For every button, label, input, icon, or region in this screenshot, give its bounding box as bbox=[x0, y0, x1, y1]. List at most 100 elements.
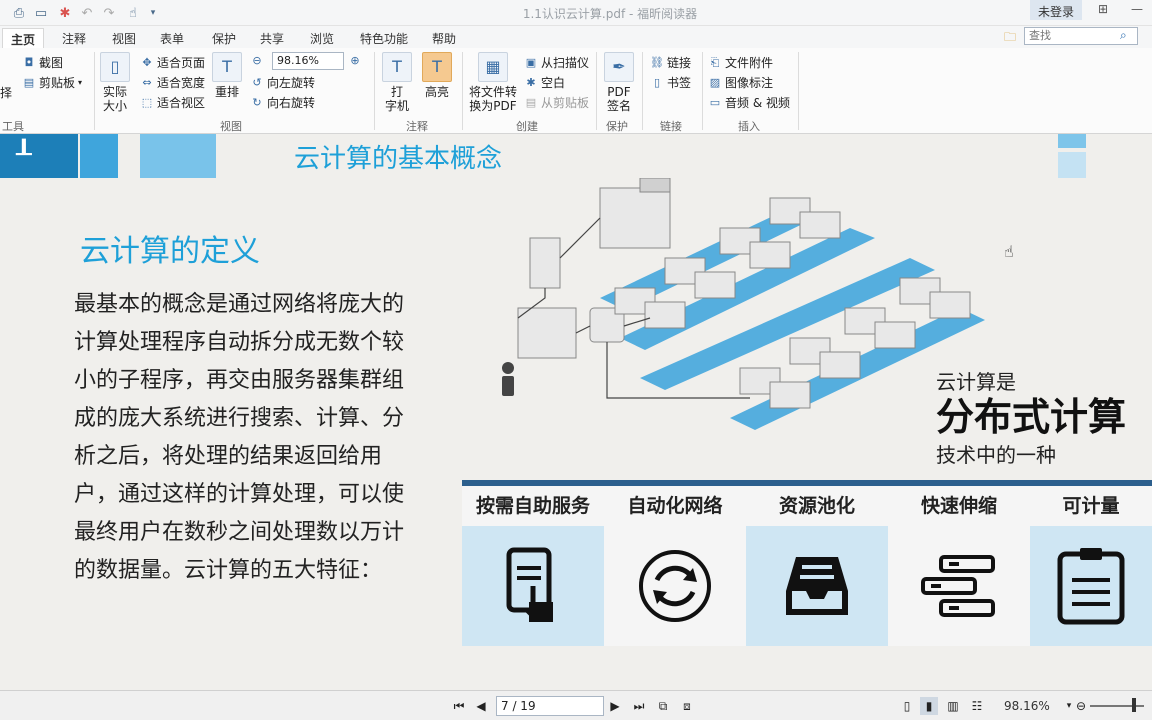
page-number-select[interactable]: 7 / 19 bbox=[496, 696, 604, 716]
highlight-button[interactable]: T 高亮 bbox=[420, 52, 454, 99]
file-attachment-button[interactable]: ⎗ 文件附件 bbox=[708, 54, 773, 71]
zoom-select[interactable]: 98.16% bbox=[272, 52, 344, 70]
save-icon[interactable]: ▭ bbox=[32, 4, 50, 22]
server-stack-icon bbox=[921, 555, 995, 617]
ribbon-options-icon[interactable]: ⊞ bbox=[1094, 2, 1112, 20]
zoom-out-icon[interactable]: ⊖ bbox=[1072, 697, 1090, 715]
separator bbox=[702, 52, 703, 130]
tab-protect[interactable]: 保护 bbox=[204, 28, 244, 48]
new-icon[interactable]: ✱ bbox=[56, 4, 74, 22]
tab-view[interactable]: 视图 bbox=[104, 28, 144, 48]
login-button[interactable]: 未登录 bbox=[1030, 0, 1083, 20]
reflow-icon: T bbox=[212, 52, 242, 82]
hand-tool-icon[interactable]: ☝ bbox=[124, 4, 142, 22]
feature-label: 可计量 bbox=[1030, 486, 1152, 526]
page-layout-icon[interactable]: ⧈ bbox=[678, 697, 696, 715]
feature-label: 自动化网络 bbox=[604, 486, 746, 526]
video-icon: ▭ bbox=[709, 95, 721, 109]
separator bbox=[798, 52, 799, 130]
rotate-right-button[interactable]: ↻ 向右旋转 bbox=[250, 94, 315, 111]
ribbon-tabs: 主页 注释 视图 表单 保护 共享 浏览 特色功能 帮助 bbox=[0, 26, 1152, 48]
clipboard-button[interactable]: ▤ 剪贴板 ▾ bbox=[22, 74, 82, 91]
minimize-icon[interactable]: — bbox=[1128, 2, 1146, 20]
fit-page-button[interactable]: ✥ 适合页面 bbox=[140, 54, 205, 71]
quick-access-dropdown-icon[interactable]: ▾ bbox=[144, 4, 162, 22]
tab-comment[interactable]: 注释 bbox=[54, 28, 94, 48]
group-label-insert: 插入 bbox=[738, 120, 760, 133]
rotate-left-icon: ↺ bbox=[252, 75, 262, 89]
view-history-icon[interactable]: ⧉ bbox=[654, 697, 672, 715]
rotate-left-button[interactable]: ↺ 向左旋转 bbox=[250, 74, 315, 91]
fit-width-button[interactable]: ⇔ 适合宽度 bbox=[140, 74, 205, 91]
link-button[interactable]: ⛓ 链接 bbox=[650, 54, 691, 71]
from-clipboard-button[interactable]: ▤ 从剪贴板 bbox=[524, 94, 589, 111]
blank-button[interactable]: ✱ 空白 bbox=[524, 74, 565, 91]
feature-label: 资源池化 bbox=[746, 486, 888, 526]
facing-page-icon[interactable]: ▥ bbox=[944, 697, 962, 715]
pen-sign-icon: ✒ bbox=[604, 52, 634, 82]
continuous-facing-icon[interactable]: ☷ bbox=[968, 697, 986, 715]
select-button[interactable]: 择 bbox=[0, 84, 12, 101]
first-page-icon[interactable]: ⏮ bbox=[450, 697, 468, 715]
zoom-level[interactable]: 98.16% bbox=[1004, 699, 1050, 713]
group-label-tools: 工具 bbox=[2, 120, 24, 133]
rotate-right-icon: ↻ bbox=[252, 95, 262, 109]
redo-icon[interactable]: ↷ bbox=[100, 4, 118, 22]
person-icon bbox=[502, 362, 514, 396]
separator bbox=[462, 52, 463, 130]
audio-video-button[interactable]: ▭ 音频 & 视频 bbox=[708, 94, 790, 111]
actual-size-button[interactable]: ▯ 实际 大小 bbox=[100, 52, 130, 113]
prev-page-icon[interactable]: ◀ bbox=[472, 697, 490, 715]
from-scanner-button[interactable]: ▣ 从扫描仪 bbox=[524, 54, 589, 71]
tab-help[interactable]: 帮助 bbox=[424, 28, 464, 48]
document-page[interactable]: ┸ 云计算的基本概念 云计算的定义 最基本的概念是通过网络将庞大的计算处理程序自… bbox=[0, 134, 1152, 690]
separator bbox=[642, 52, 643, 130]
convert-to-pdf-button[interactable]: ▦ 将文件转 换为PDF bbox=[468, 52, 518, 113]
clipboard-icon: ▤ bbox=[23, 75, 35, 89]
next-page-icon[interactable]: ▶ bbox=[606, 697, 624, 715]
separator bbox=[374, 52, 375, 130]
reflow-button[interactable]: T 重排 bbox=[212, 52, 242, 99]
link-icon: ⛓ bbox=[650, 55, 664, 69]
undo-icon[interactable]: ↶ bbox=[78, 4, 96, 22]
fit-view-button[interactable]: ⬚ 适合视区 bbox=[140, 94, 205, 111]
continuous-page-icon[interactable]: ▮ bbox=[920, 697, 938, 715]
tab-share[interactable]: 共享 bbox=[252, 28, 292, 48]
tab-form[interactable]: 表单 bbox=[152, 28, 192, 48]
screenshot-button[interactable]: ◘ 截图 bbox=[22, 54, 63, 71]
zoom-out-button[interactable]: ⊖ bbox=[250, 54, 264, 68]
feature-icon-box bbox=[604, 526, 746, 646]
typewriter-button[interactable]: T 打 字机 bbox=[382, 52, 412, 113]
cloud-computing-diagram bbox=[502, 178, 985, 430]
tab-home[interactable]: 主页 bbox=[2, 28, 45, 48]
group-label-link: 链接 bbox=[660, 120, 682, 133]
highlight-icon: T bbox=[422, 52, 452, 82]
slide-title: 云计算的基本概念 bbox=[294, 144, 503, 174]
document-title: 1.1认识云计算.pdf - 福昕阅读器 bbox=[522, 7, 698, 21]
feature-card: 按需自助服务 bbox=[462, 480, 604, 646]
image-annotation-button[interactable]: ▨ 图像标注 bbox=[708, 74, 773, 91]
fit-view-icon: ⬚ bbox=[141, 95, 153, 109]
group-label-annotation: 注释 bbox=[406, 120, 428, 133]
zoom-slider-handle[interactable] bbox=[1132, 698, 1136, 712]
group-label-create: 创建 bbox=[516, 120, 538, 133]
feature-card: 自动化网络 bbox=[604, 480, 746, 646]
zoom-in-button[interactable]: ⊕ bbox=[348, 54, 362, 68]
last-page-icon[interactable]: ⏭ bbox=[630, 697, 648, 715]
tab-features[interactable]: 特色功能 bbox=[352, 28, 416, 48]
definition-body: 最基本的概念是通过网络将庞大的计算处理程序自动拆分成无数个较小的子程序，再交由服… bbox=[74, 292, 405, 583]
image-icon: ▨ bbox=[709, 75, 721, 89]
camera-icon: ◘ bbox=[24, 55, 34, 69]
group-label-protect: 保护 bbox=[606, 120, 628, 133]
convert-pdf-icon: ▦ bbox=[478, 52, 508, 82]
folder-search-icon[interactable]: 🗀 bbox=[1004, 28, 1020, 44]
pdf-sign-button[interactable]: ✒ PDF 签名 bbox=[604, 52, 634, 113]
single-page-icon[interactable]: ▯ bbox=[898, 697, 916, 715]
tab-browse[interactable]: 浏览 bbox=[302, 28, 342, 48]
print-icon[interactable]: ⎙ bbox=[10, 4, 28, 22]
attachment-icon: ⎗ bbox=[710, 55, 720, 69]
search-icon[interactable]: ⌕ bbox=[1120, 28, 1134, 42]
bookmark-button[interactable]: ▯ 书签 bbox=[650, 74, 691, 91]
refresh-cycle-icon bbox=[639, 550, 711, 622]
zoom-in-icon: ⊕ bbox=[350, 54, 360, 67]
